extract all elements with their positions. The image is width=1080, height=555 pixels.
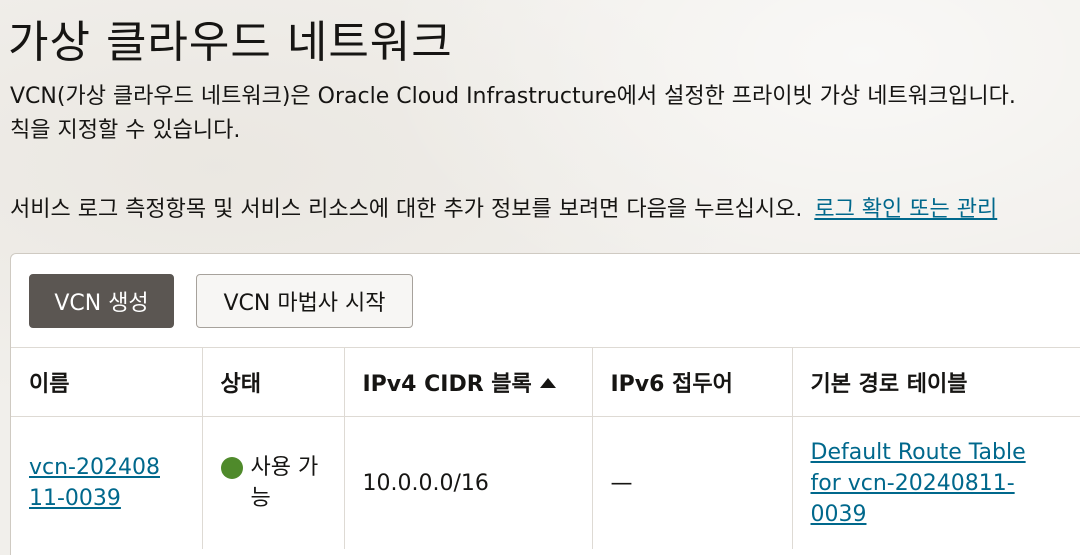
- status-indicator: 사용 가능: [220, 452, 326, 514]
- sort-ascending-icon: [539, 378, 556, 388]
- view-logs-link[interactable]: 로그 확인 또는 관리: [814, 197, 997, 222]
- vcn-list-panel: VCN 생성 VCN 마법사 시작 이름 상태 IPv4 CIDR 블록 IPv…: [10, 253, 1080, 555]
- logs-info: 서비스 로그 측정항목 및 서비스 리소스에 대한 추가 정보를 보려면 다음을…: [10, 193, 997, 227]
- logs-info-text: 서비스 로그 측정항목 및 서비스 리소스에 대한 추가 정보를 보려면 다음을…: [10, 197, 803, 222]
- vcn-table: 이름 상태 IPv4 CIDR 블록 IPv6 접두어 기본 경로 테이블 vc…: [11, 347, 1080, 549]
- column-header-ipv6-prefix[interactable]: IPv6 접두어: [592, 347, 793, 417]
- available-status-icon: [220, 457, 243, 479]
- column-header-default-route-table[interactable]: 기본 경로 테이블: [792, 347, 1080, 417]
- column-header-status[interactable]: 상태: [202, 347, 345, 417]
- vcn-name-link[interactable]: vcn-20240811-0039: [29, 455, 160, 511]
- page-title: 가상 클라우드 네트워크: [8, 17, 453, 68]
- create-vcn-button[interactable]: VCN 생성: [29, 274, 174, 328]
- description-line-1: VCN(가상 클라우드 네트워크)은 Oracle Cloud Infrastr…: [10, 84, 1016, 109]
- cell-ipv6-prefix: —: [592, 416, 793, 549]
- cell-default-route-table: Default Route Table for vcn-20240811-003…: [792, 416, 1080, 549]
- description-line-2: 칙을 지정할 수 있습니다.: [10, 118, 241, 143]
- column-header-ipv4-cidr[interactable]: IPv4 CIDR 블록: [344, 347, 593, 417]
- cell-status: 사용 가능: [202, 416, 345, 549]
- page-description: VCN(가상 클라우드 네트워크)은 Oracle Cloud Infrastr…: [10, 80, 1080, 148]
- column-header-name[interactable]: 이름: [11, 347, 203, 417]
- page: 가상 클라우드 네트워크 VCN(가상 클라우드 네트워크)은 Oracle C…: [0, 0, 1080, 555]
- toolbar: VCN 생성 VCN 마법사 시작: [29, 274, 413, 328]
- table-row: vcn-20240811-0039 사용 가능 10.0.0.0/16 — De…: [11, 416, 1080, 549]
- table-header-row: 이름 상태 IPv4 CIDR 블록 IPv6 접두어 기본 경로 테이블: [11, 347, 1080, 417]
- status-text: 사용 가능: [250, 455, 319, 511]
- start-vcn-wizard-button[interactable]: VCN 마법사 시작: [196, 274, 413, 328]
- cell-name: vcn-20240811-0039: [11, 416, 203, 549]
- default-route-table-link[interactable]: Default Route Table for vcn-20240811-003…: [811, 440, 1026, 527]
- cell-ipv4-cidr: 10.0.0.0/16: [344, 416, 593, 549]
- column-header-ipv4-cidr-label: IPv4 CIDR 블록: [362, 372, 532, 397]
